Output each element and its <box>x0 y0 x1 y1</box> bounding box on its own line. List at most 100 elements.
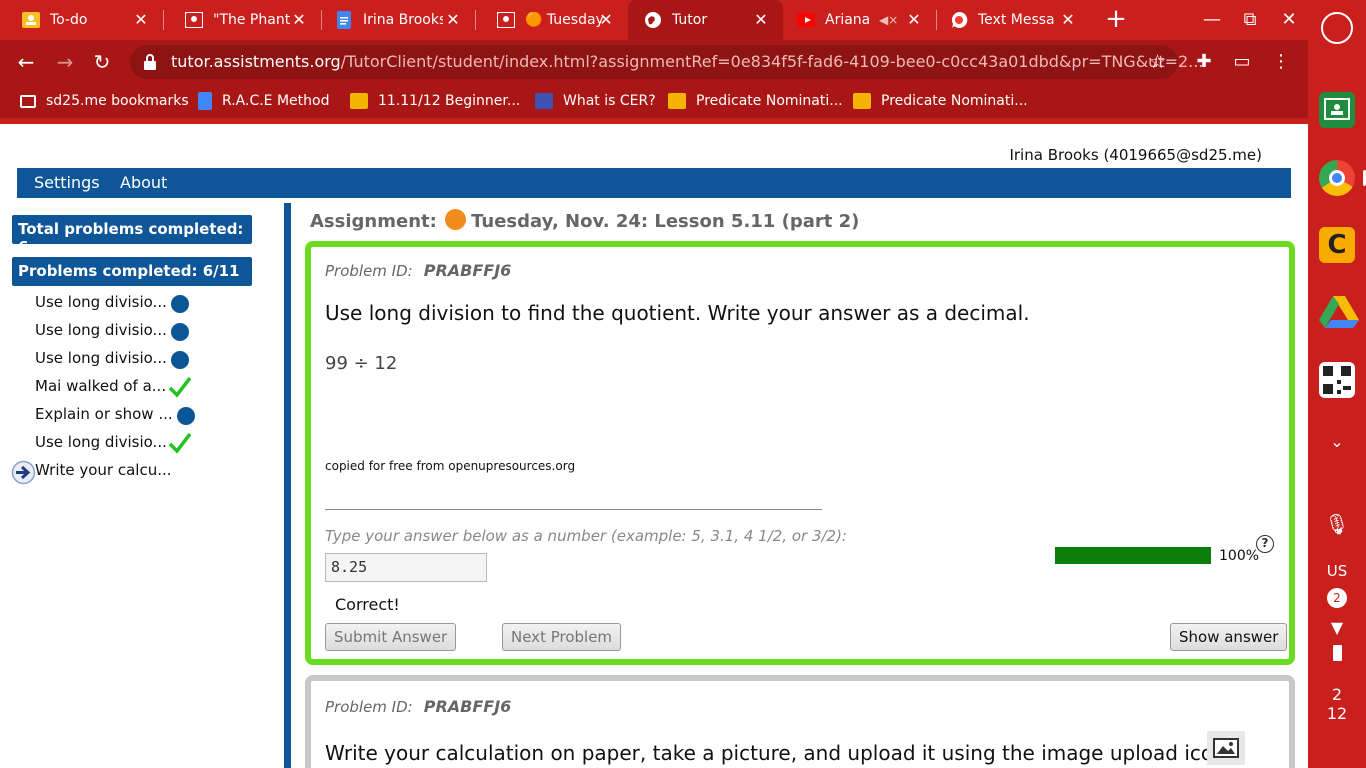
wifi-icon: ▼ <box>1330 618 1344 637</box>
tab-strip: To-do ✕ "The Phanto ✕ Irina Brooks ✕ 🟠 T… <box>0 0 1308 40</box>
minimize-icon[interactable]: — <box>1200 8 1224 32</box>
image-upload-icon[interactable] <box>1207 731 1245 765</box>
folder-icon <box>20 94 36 108</box>
browser-toolbar: ← → ↻ tutor.assistments.org/TutorClient/… <box>0 40 1308 84</box>
menu-about[interactable]: About <box>120 173 167 192</box>
tab-tutor[interactable]: Tutor ✕ <box>628 0 783 40</box>
drive-app-icon[interactable] <box>1319 294 1359 330</box>
qr-app-icon[interactable] <box>1319 362 1355 398</box>
url-text[interactable]: tutor.assistments.org/TutorClient/studen… <box>171 52 1203 71</box>
math-expression: 99 ÷ 12 <box>325 353 398 374</box>
restore-icon[interactable]: ⧉ <box>1238 8 1262 32</box>
total-completed-header: Total problems completed: 6 <box>12 215 252 256</box>
source-credit: copied for free from openupresources.org <box>325 459 576 473</box>
assignment-name: Tuesday, Nov. 24: Lesson 5.11 (part 2) <box>471 211 860 232</box>
extensions-icon[interactable]: ✚ <box>1192 50 1216 74</box>
bookmark-cer[interactable]: What is CER? <box>535 91 656 111</box>
incomplete-dot-icon <box>171 295 189 313</box>
tab-irina-brooks[interactable]: Irina Brooks ✕ <box>321 0 475 40</box>
system-shelf: C ⌄ 🎙 US 2 ▼ 2 12 <box>1308 0 1366 768</box>
incomplete-dot-icon <box>171 323 189 341</box>
bookmark-label: R.A.C.E Method <box>222 93 330 109</box>
classroom-app-icon[interactable] <box>1319 92 1355 128</box>
url-path: /TutorClient/student/index.html?assignme… <box>340 52 1204 71</box>
question-text: Write your calculation on paper, take a … <box>325 741 1226 765</box>
current-arrow-icon <box>11 460 36 485</box>
battery-icon <box>1332 645 1342 661</box>
show-answer-button[interactable]: Show answer <box>1170 623 1288 651</box>
answer-instructions: Type your answer below as a number (exam… <box>325 527 847 545</box>
slides-icon <box>668 93 686 109</box>
lock-icon <box>144 54 156 70</box>
c-app-icon[interactable]: C <box>1319 227 1355 263</box>
close-icon[interactable]: ✕ <box>289 10 309 30</box>
chevron-down-icon[interactable]: ⌄ <box>1308 432 1366 451</box>
star-icon[interactable]: ☆ <box>1149 51 1166 73</box>
problem-list-item[interactable]: Use long divisio... <box>35 293 167 311</box>
reload-icon[interactable]: ↻ <box>89 49 115 75</box>
cast-icon[interactable]: ▭ <box>1230 50 1254 74</box>
tab-phantom[interactable]: "The Phanto ✕ <box>163 0 321 40</box>
problem-list-item-current[interactable]: Write your calcu... <box>35 461 172 479</box>
tab-todo[interactable]: To-do ✕ <box>0 0 163 40</box>
clock-hour: 2 <box>1331 685 1343 704</box>
microphone-icon[interactable]: 🎙 <box>1308 512 1366 536</box>
submit-answer-button[interactable]: Submit Answer <box>325 623 457 651</box>
bookmark-label: Predicate Nominati... <box>696 93 843 109</box>
bookmark-beginner[interactable]: 11.11/12 Beginner... <box>350 91 520 111</box>
problem-list-item[interactable]: Use long divisio... <box>35 349 167 367</box>
progress-label: 100% <box>1219 548 1260 564</box>
tab-title: 🟠 Tuesday <box>525 12 603 28</box>
close-icon[interactable]: ✕ <box>904 10 924 30</box>
assignment-label: Assignment: <box>310 211 437 232</box>
close-icon[interactable]: ✕ <box>751 10 771 30</box>
next-problem-button[interactable]: Next Problem <box>502 623 622 651</box>
menu-bar: Settings About <box>17 168 1291 198</box>
answer-input[interactable]: 8.25 <box>325 553 487 582</box>
close-window-icon[interactable]: ✕ <box>1277 8 1301 32</box>
problem-id-label: Problem ID: <box>325 262 413 280</box>
youtube-icon <box>797 11 815 29</box>
close-icon[interactable]: ✕ <box>131 10 151 30</box>
problem-list-item[interactable]: Explain or show ... <box>35 405 173 423</box>
close-icon[interactable]: ✕ <box>443 10 463 30</box>
classroom-icon <box>497 11 515 29</box>
question-text: Use long division to find the quotient. … <box>325 301 1030 325</box>
help-icon[interactable]: ? <box>1256 535 1274 553</box>
slides-icon <box>853 93 871 109</box>
launcher-icon[interactable] <box>1321 12 1353 44</box>
address-bar[interactable]: tutor.assistments.org/TutorClient/studen… <box>130 45 1203 79</box>
menu-icon[interactable]: ⋮ <box>1269 50 1293 74</box>
status-tray[interactable]: US 2 ▼ 2 12 <box>1308 562 1366 723</box>
menu-settings[interactable]: Settings <box>34 173 100 192</box>
tab-text-messages[interactable]: Text Messag ✕ <box>936 0 1090 40</box>
locale-label: US <box>1326 562 1348 580</box>
problem-list-item[interactable]: Mai walked of a... <box>35 377 166 395</box>
bookmark-label: 11.11/12 Beginner... <box>378 93 521 109</box>
close-icon[interactable]: ✕ <box>1058 10 1078 30</box>
problems-completed-header: Problems completed: 6/11 <box>12 257 252 286</box>
chrome-app-icon[interactable] <box>1319 160 1355 196</box>
close-icon[interactable]: ✕ <box>596 10 616 30</box>
new-tab-button[interactable]: + <box>1103 6 1129 33</box>
speaker-muted-icon[interactable]: ◀× <box>879 13 898 27</box>
tab-ariana[interactable]: Ariana G ◀× ✕ <box>783 0 936 40</box>
problem-list-item[interactable]: Use long divisio... <box>35 321 167 339</box>
check-icon <box>168 376 192 398</box>
forms-icon <box>535 93 553 109</box>
problem-id: Problem ID: PRABFFJ6 <box>325 261 511 280</box>
bookmark-predicate-2[interactable]: Predicate Nominati... <box>853 91 1028 111</box>
tab-title: Text Messag <box>978 12 1054 28</box>
docs-icon <box>335 11 353 29</box>
back-icon[interactable]: ← <box>13 49 39 75</box>
bookmark-predicate-1[interactable]: Predicate Nominati... <box>668 91 843 111</box>
url-host: tutor.assistments.org <box>171 52 341 71</box>
problem-list-item[interactable]: Use long divisio... <box>35 433 167 451</box>
forward-icon[interactable]: → <box>52 49 78 75</box>
tab-tuesday[interactable]: 🟠 Tuesday ✕ <box>475 0 628 40</box>
bookmark-sd25[interactable]: sd25.me bookmarks <box>20 91 189 111</box>
problem-id-value: PRABFFJ6 <box>423 697 512 716</box>
bookmark-race[interactable]: R.A.C.E Method <box>198 91 330 111</box>
tab-title: To-do <box>50 12 88 28</box>
problem-card: Problem ID: PRABFFJ6 Use long division to… <box>305 241 1295 665</box>
